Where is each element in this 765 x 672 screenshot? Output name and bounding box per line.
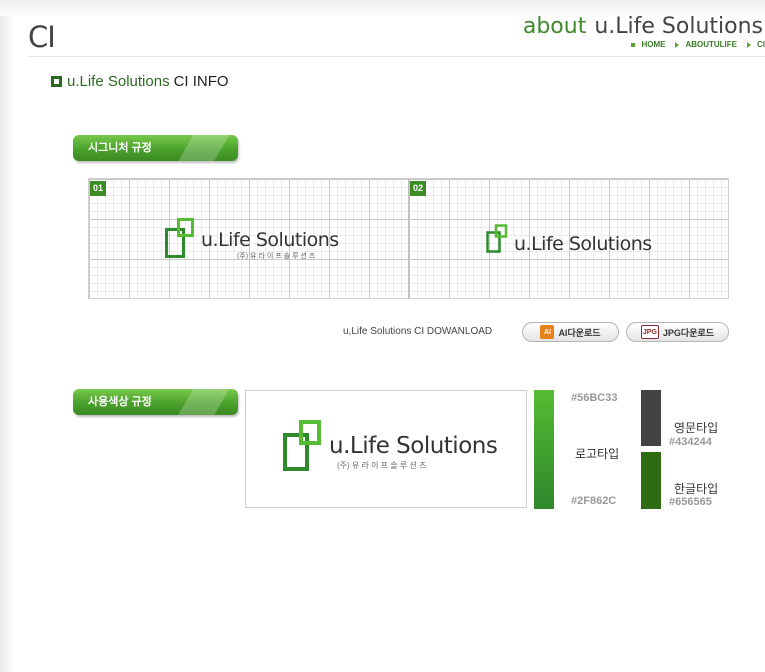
header-brand: about u.Life Solutions	[523, 14, 763, 39]
page-title: CI	[28, 20, 56, 54]
jpg-download-label: JPG다운로드	[662, 327, 715, 338]
breadcrumb-arrow-icon	[675, 41, 680, 48]
ulife-logo-icon	[486, 224, 508, 253]
ulife-logo-icon	[283, 420, 321, 471]
section-title-rest: CI INFO	[173, 73, 229, 90]
side-shadow	[0, 0, 14, 672]
logo-type-top-hex: #56BC33	[571, 392, 618, 404]
breadcrumb-home-link[interactable]: HOME	[641, 40, 665, 49]
breadcrumb-about-link[interactable]: ABOUTULIFE	[685, 40, 737, 49]
logo-name: u.Life Solutions	[514, 233, 652, 255]
signature-number-badge: 01	[90, 181, 106, 196]
logo-type-gradient-swatch	[534, 390, 554, 509]
signature-logo-02: u.Life Solutions	[486, 224, 652, 255]
logo-type-label: 로고타입	[575, 447, 620, 461]
signature-logo-01: u.Life Solutions (주) 유 라 이 프 솔 루 션 즈	[165, 218, 339, 261]
download-label: u,Life Solutions CI DOWANLOAD	[343, 326, 493, 337]
color-rules-label: 사용색상 규정	[73, 389, 238, 415]
section-bullet-icon	[51, 76, 62, 87]
header-divider	[28, 56, 765, 57]
ai-download-label: AI다운로드	[558, 327, 601, 338]
header-brand-name: u.Life Solutions	[594, 14, 763, 39]
breadcrumb-arrow-icon	[747, 41, 751, 48]
jpg-file-icon: JPG	[640, 325, 659, 339]
header-about-text: about	[522, 14, 587, 39]
ai-download-button[interactable]: AI AI다운로드	[522, 322, 619, 342]
korean-type-label: 한글타입	[674, 482, 719, 496]
signature-number-badge: 02	[410, 181, 426, 196]
grid-divider	[408, 178, 409, 299]
ai-file-icon: AI	[540, 325, 555, 339]
home-square-icon	[631, 42, 636, 47]
logo-subtitle: (주) 유 라 이 프 솔 루 션 즈	[337, 461, 427, 470]
signature-rules-label: 시그니처 규정	[73, 135, 238, 161]
english-type-label: 영문타입	[674, 421, 719, 435]
logo-name: u.Life Solutions	[201, 229, 339, 251]
logo-subtitle: (주) 유 라 이 프 솔 루 션 즈	[237, 253, 316, 260]
english-type-hex: #434244	[669, 436, 712, 448]
korean-type-hex: #656565	[669, 496, 712, 508]
logo-name: u.Life Solutions	[329, 433, 498, 459]
logo-type-bottom-hex: #2F862C	[571, 495, 617, 507]
breadcrumb: HOME ABOUTULIFE CI	[631, 40, 765, 49]
jpg-download-button[interactable]: JPG JPG다운로드	[626, 322, 729, 342]
ulife-logo-icon	[165, 218, 194, 258]
section-title: u.Life Solutions CI INFO	[51, 73, 229, 90]
section-title-brand: u.Life Solutions	[67, 73, 170, 90]
breadcrumb-current-link[interactable]: CI	[757, 40, 765, 49]
korean-type-swatch	[641, 452, 661, 509]
color-logo: u.Life Solutions (주) 유 라 이 프 솔 루 션 즈	[283, 420, 498, 472]
english-type-swatch	[641, 390, 661, 446]
